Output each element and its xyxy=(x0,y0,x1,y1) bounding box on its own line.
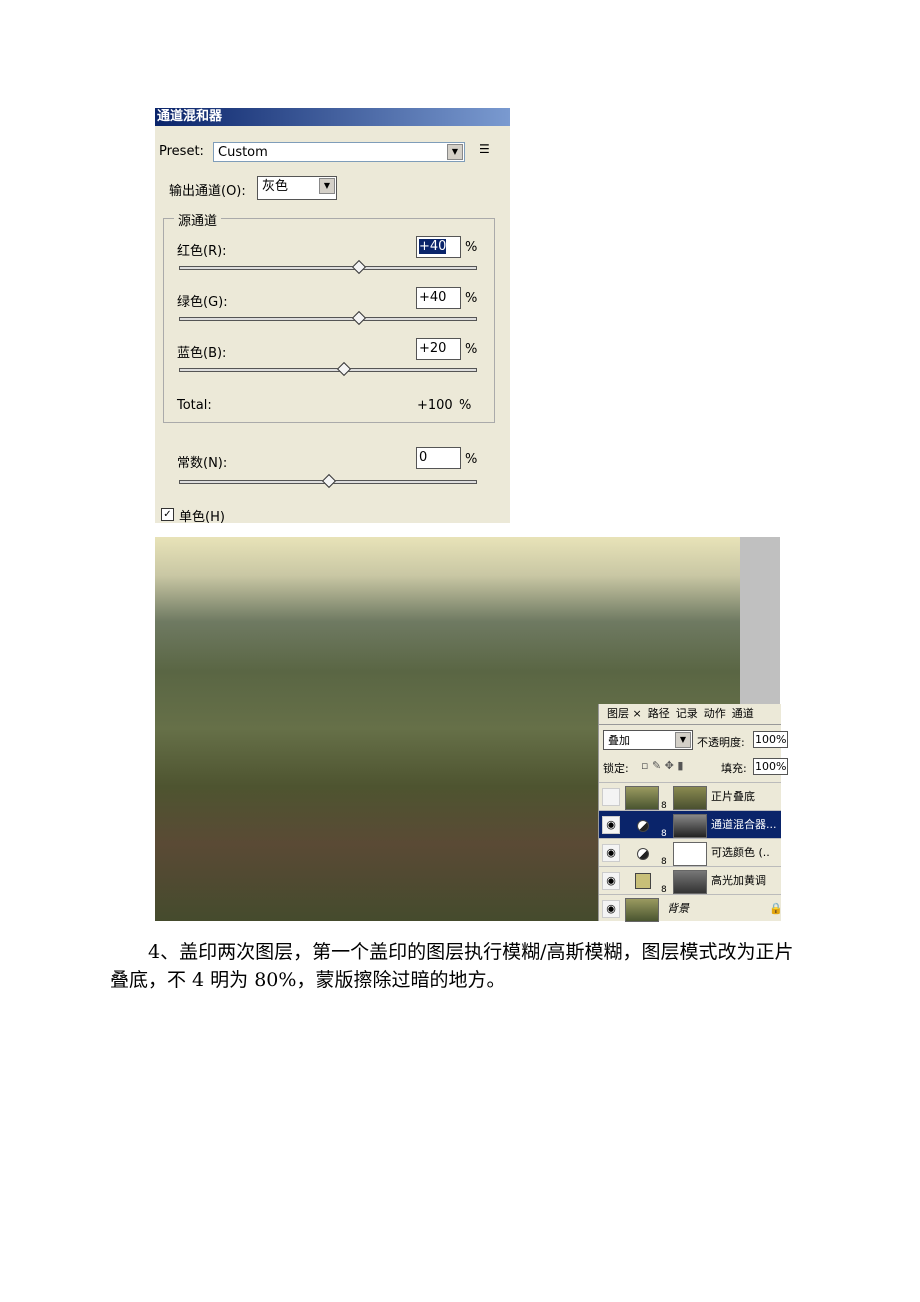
dialog-title: 通道混和器 xyxy=(155,108,510,126)
channel-percent: % xyxy=(465,291,478,306)
mask-thumbnail[interactable] xyxy=(673,786,707,810)
visibility-toggle[interactable] xyxy=(602,788,620,806)
chevron-down-icon[interactable]: ▼ xyxy=(319,178,335,194)
total-label: Total: xyxy=(177,398,212,413)
channel-percent: % xyxy=(465,240,478,255)
panel-tab[interactable]: 通道 xyxy=(732,704,754,724)
channel-input[interactable]: +20 xyxy=(416,338,461,360)
panel-tab[interactable]: 路径 xyxy=(648,704,670,724)
channel-value: +20 xyxy=(419,341,447,356)
layer-row[interactable]: ◉ 8 通道混合器... xyxy=(599,810,781,839)
output-channel-label: 输出通道(O): xyxy=(169,184,246,199)
constant-slider[interactable] xyxy=(179,473,477,489)
mask-thumbnail[interactable] xyxy=(673,842,707,866)
layer-name: 背景 xyxy=(667,902,689,915)
canvas-background xyxy=(740,537,780,705)
opacity-label: 不透明度: xyxy=(697,736,745,749)
fill-label: 填充: xyxy=(721,762,747,775)
layer-row[interactable]: 8 正片叠底 xyxy=(599,782,781,811)
total-value: +100 xyxy=(417,398,453,413)
channel-percent: % xyxy=(465,342,478,357)
channel-label: 蓝色(B): xyxy=(177,346,227,361)
layer-thumbnail xyxy=(625,898,659,922)
chevron-down-icon[interactable]: ▼ xyxy=(447,144,463,160)
layer-row[interactable]: ◉ 8 高光加黄调 xyxy=(599,866,781,895)
eye-icon[interactable]: ◉ xyxy=(602,844,620,862)
slider-thumb[interactable] xyxy=(321,473,337,489)
layer-name: 正片叠底 xyxy=(711,790,755,803)
total-percent: % xyxy=(459,398,472,413)
output-channel-select[interactable]: 灰色 ▼ xyxy=(257,176,337,200)
layer-name: 高光加黄调 xyxy=(711,874,766,887)
channel-value: +40 xyxy=(419,239,447,254)
body-text: 4、盖印两次图层，第一个盖印的图层执行模糊/高斯模糊，图层模式改为正片叠底，不 … xyxy=(110,941,794,991)
output-channel-value: 灰色 xyxy=(262,179,289,194)
channel-value: +40 xyxy=(419,290,447,305)
constant-percent: % xyxy=(465,452,478,467)
channel-slider[interactable] xyxy=(179,310,477,326)
adjustment-icon xyxy=(637,848,649,860)
lock-label: 锁定: xyxy=(603,762,629,775)
fill-input[interactable]: 100% xyxy=(753,758,789,775)
layer-thumbnail xyxy=(625,786,659,810)
mask-thumbnail[interactable] xyxy=(673,814,707,838)
channel-label: 红色(R): xyxy=(177,244,227,259)
group-label: 源通道 xyxy=(174,210,222,229)
menu-icon[interactable]: ☰ xyxy=(479,142,490,156)
layer-name: 可选颜色 (.. xyxy=(711,846,770,859)
channel-slider[interactable] xyxy=(179,361,477,377)
opacity-input[interactable]: 100% xyxy=(753,731,789,748)
fill-color-icon xyxy=(635,873,651,889)
channel-mixer-dialog: 通道混和器 Preset: Custom ▼ ☰ 输出通道(O): 灰色 ▼ 源通道… xyxy=(155,108,510,525)
chevron-down-icon[interactable]: ▼ xyxy=(675,732,691,748)
eye-icon[interactable]: ◉ xyxy=(602,816,620,834)
preset-select[interactable]: Custom ▼ xyxy=(213,142,465,162)
layer-row[interactable]: ◉ 背景 🔒 xyxy=(599,894,783,923)
mono-label: 单色(H) xyxy=(179,510,225,525)
channel-input[interactable]: +40 xyxy=(416,236,461,258)
layer-row[interactable]: ◉ 8 可选颜色 (.. xyxy=(599,838,781,867)
panel-tab[interactable]: 图层 × xyxy=(607,704,642,724)
adjustment-icon xyxy=(637,820,649,832)
eye-icon[interactable]: ◉ xyxy=(602,872,620,890)
lock-icon: 🔒 xyxy=(769,902,783,915)
preset-label: Preset: xyxy=(159,144,204,159)
channel-label: 绿色(G): xyxy=(177,295,228,310)
panel-tabs: 图层 × 路径 记录 动作 通道 xyxy=(599,704,781,725)
mask-thumbnail[interactable] xyxy=(673,870,707,894)
body-paragraph: 4、盖印两次图层，第一个盖印的图层执行模糊/高斯模糊，图层模式改为正片叠底，不 … xyxy=(110,938,810,994)
constant-label: 常数(N): xyxy=(177,456,228,471)
blend-mode-value: 叠加 xyxy=(608,734,630,747)
lock-icons[interactable]: ▫ ✎ ✥ ▮ xyxy=(641,759,683,772)
layer-name: 通道混合器... xyxy=(711,818,777,831)
constant-input[interactable]: 0 xyxy=(416,447,461,469)
eye-icon[interactable]: ◉ xyxy=(602,900,620,918)
layers-panel: 图层 × 路径 记录 动作 通道 叠加 ▼ 不透明度: 100% 锁定: ▫ ✎ ✥ ▮ … xyxy=(598,704,789,923)
channel-input[interactable]: +40 xyxy=(416,287,461,309)
preset-value: Custom xyxy=(218,145,268,160)
panel-tab[interactable]: 记录 xyxy=(676,704,698,724)
panel-tab[interactable]: 动作 xyxy=(704,704,726,724)
channel-slider[interactable] xyxy=(179,259,477,275)
blend-mode-select[interactable]: 叠加 ▼ xyxy=(603,730,693,750)
mono-checkbox[interactable]: ✓ xyxy=(161,508,174,521)
